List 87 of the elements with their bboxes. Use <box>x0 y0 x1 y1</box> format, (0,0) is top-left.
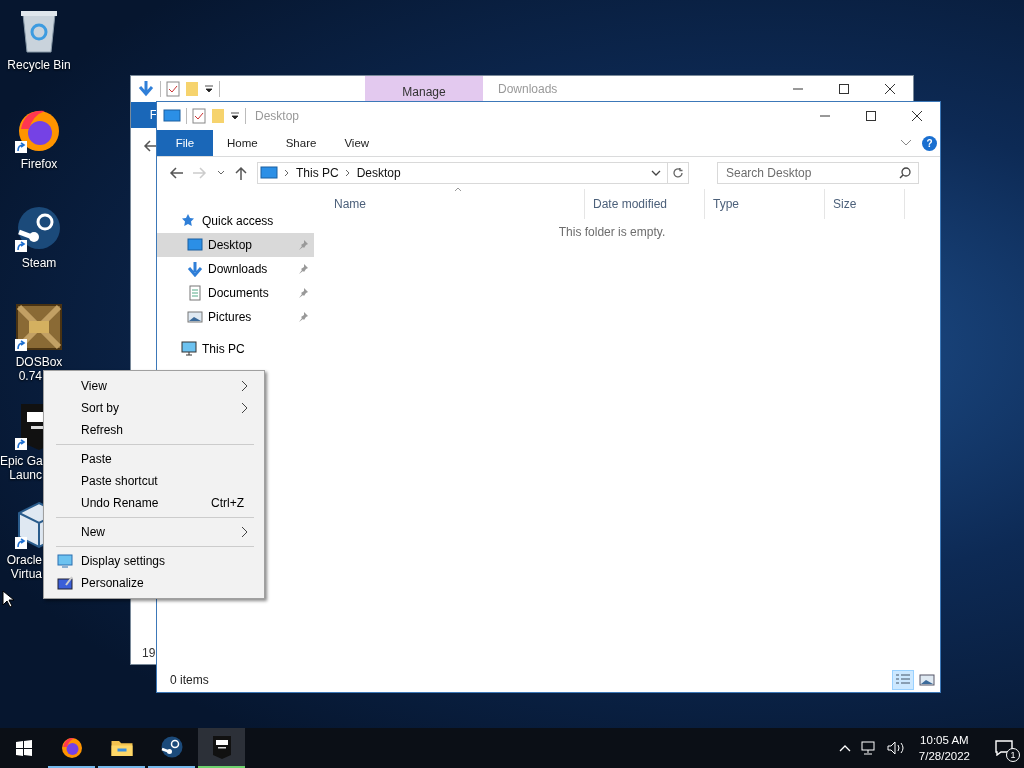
icon-label[interactable]: DOSBox <box>0 355 78 369</box>
ribbon-tab[interactable]: Home <box>213 130 272 156</box>
column-header[interactable]: Date modified <box>585 189 705 219</box>
back-arrow-icon[interactable] <box>169 167 183 179</box>
chevron-right-icon <box>344 169 351 177</box>
checklist-icon <box>166 81 180 97</box>
monitor-icon <box>187 237 203 253</box>
breadcrumb-item[interactable]: Desktop <box>356 166 401 180</box>
icon-label[interactable]: Recycle Bin <box>0 58 78 72</box>
network-icon[interactable] <box>860 741 877 755</box>
search-icon[interactable] <box>899 167 911 179</box>
nav-item[interactable]: Desktop <box>157 233 314 257</box>
up-arrow-icon[interactable] <box>235 166 247 180</box>
back-arrow-icon[interactable] <box>143 140 157 152</box>
menu-item[interactable]: Undo Rename Ctrl+Z <box>46 492 262 514</box>
file-tab[interactable]: File <box>157 130 213 156</box>
context-tab[interactable]: Manage <box>365 76 483 102</box>
caret-icon <box>204 84 214 94</box>
search-field[interactable]: Search Desktop <box>717 162 919 184</box>
menu-item[interactable]: Sort by <box>46 397 262 419</box>
checklist-icon <box>192 108 206 124</box>
menu-item[interactable]: Paste <box>46 448 262 470</box>
folder-icon <box>211 108 225 124</box>
nav-item[interactable]: Documents <box>157 281 314 305</box>
brush-screen-icon <box>56 576 73 590</box>
fox-globe-icon <box>59 735 84 759</box>
maximize-icon <box>839 84 849 94</box>
mouse-pointer-icon <box>2 590 14 608</box>
speaker-icon[interactable] <box>886 741 905 755</box>
monitor-icon <box>163 109 181 123</box>
nav-item[interactable]: Downloads <box>157 257 314 281</box>
steam-icon[interactable] <box>15 204 63 252</box>
caret-icon <box>230 111 240 121</box>
icon-label[interactable]: Steam <box>0 256 78 270</box>
icon-label[interactable]: Firefox <box>0 157 78 171</box>
nav-item[interactable]: Pictures <box>157 305 314 329</box>
folder-icon <box>185 81 199 97</box>
menu-item[interactable]: Paste shortcut <box>46 470 262 492</box>
menu-item[interactable]: Personalize <box>46 572 262 594</box>
notification-button[interactable]: 1 <box>984 728 1024 768</box>
nav-item[interactable]: Quick access <box>157 209 314 233</box>
shortcut-text: Ctrl+Z <box>211 496 244 510</box>
window-title: Downloads <box>498 82 558 96</box>
picture-icon <box>187 309 203 325</box>
notification-badge: 1 <box>1006 748 1020 762</box>
address-bar[interactable]: This PC Desktop <box>257 162 689 184</box>
clock-date[interactable]: 7/28/2022 <box>918 748 970 764</box>
menu-item[interactable]: Refresh <box>46 419 262 441</box>
menu-item[interactable]: Display settings <box>46 550 262 572</box>
clock-time[interactable]: 10:05 AM <box>920 732 969 748</box>
details-list-icon <box>895 673 911 687</box>
steam-icon <box>159 735 184 759</box>
refresh-icon <box>672 167 684 179</box>
breadcrumb-item[interactable]: This PC <box>296 166 339 180</box>
chevron-down-icon[interactable] <box>651 170 661 176</box>
maximize-icon <box>866 111 876 121</box>
help-button[interactable]: ? <box>922 135 937 151</box>
status-text: 0 items <box>170 673 209 687</box>
taskbar-app-button[interactable] <box>198 728 245 768</box>
message-icon <box>995 740 1013 756</box>
ribbon-tab[interactable]: View <box>330 130 384 156</box>
close-icon <box>885 84 895 94</box>
status-text: 19 <box>142 646 156 660</box>
window-title: Desktop <box>255 109 300 123</box>
column-header[interactable]: Name <box>314 189 585 219</box>
chevron-right-icon <box>284 169 290 177</box>
picture-icon <box>919 673 935 687</box>
column-header[interactable]: Type <box>705 189 825 219</box>
menu-item[interactable]: New <box>46 521 262 543</box>
nav-item[interactable]: This PC <box>157 337 314 361</box>
monitor-icon <box>260 166 278 180</box>
monitor-icon <box>56 554 73 568</box>
monitor-icon <box>181 341 197 357</box>
column-header[interactable]: Size <box>825 189 905 219</box>
empty-message: This folder is empty. <box>557 225 667 239</box>
sort-caret-icon <box>454 187 462 192</box>
download-arrow-icon <box>137 80 155 98</box>
windows-logo-icon <box>16 740 32 756</box>
document-icon <box>187 285 203 301</box>
chevron-down-icon[interactable] <box>217 170 225 176</box>
crate-icon[interactable] <box>15 303 63 351</box>
download-arrow-icon <box>187 261 203 277</box>
menu-item[interactable]: View <box>46 375 262 397</box>
ribbon-tab[interactable]: Share <box>271 130 331 156</box>
star-icon <box>181 213 197 229</box>
chevron-up-icon[interactable] <box>838 744 851 752</box>
close-icon <box>912 111 922 121</box>
